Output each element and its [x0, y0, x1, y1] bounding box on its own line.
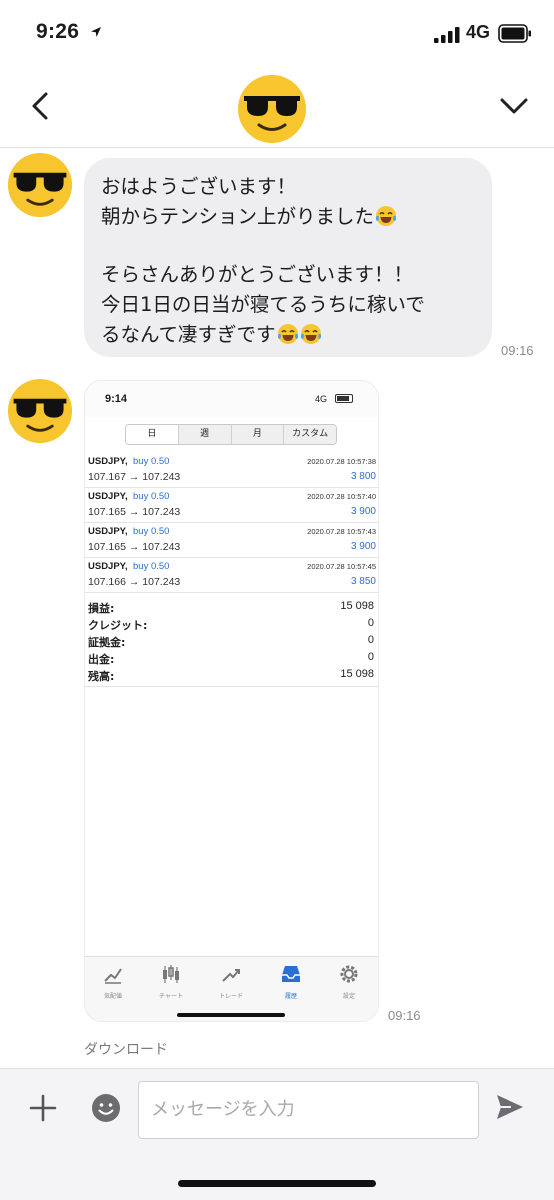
tears-of-joy-emoji-icon — [375, 206, 397, 226]
segment-custom: カスタム — [284, 425, 336, 444]
trade-datetime: 2020.07.28 10:57:38 — [307, 457, 376, 466]
trade-symbol: USDJPY, — [88, 491, 128, 502]
tears-of-joy-emoji-icon — [277, 324, 298, 344]
plus-icon[interactable] — [28, 1093, 58, 1123]
tab-label: トレード — [218, 994, 243, 1000]
home-indicator — [178, 1180, 376, 1187]
trade-prices: 107.165 → 107.243 — [88, 506, 181, 518]
period-segmented-control: 日 週 月 カスタム — [125, 424, 337, 445]
sender-avatar-sunglasses-icon[interactable] — [7, 378, 73, 444]
summary-value: 15 098 — [340, 668, 374, 680]
summary-row-profit: 損益: 15 098 — [85, 599, 378, 616]
message-bubble[interactable]: おはようございます！ 朝からテンション上がりました そらさんありがとうございます… — [84, 158, 492, 357]
send-icon[interactable] — [494, 1091, 526, 1123]
contact-avatar-sunglasses-icon[interactable] — [237, 74, 307, 144]
screenshot-network: 4G — [315, 394, 328, 404]
message-line: るなんて凄すぎです — [101, 320, 476, 350]
trade-datetime: 2020.07.28 10:57:40 — [307, 492, 376, 501]
trade-icon — [222, 969, 240, 982]
trade-side: buy 0.50 — [133, 561, 170, 572]
message-line: おはようございます！ — [101, 175, 297, 198]
segment-week: 週 — [178, 425, 232, 444]
tab-settings: 設定 — [329, 963, 369, 1003]
chevron-down-icon[interactable] — [498, 92, 530, 118]
trade-prices: 107.167 → 107.243 — [88, 471, 181, 483]
summary-row-balance: 残高: 15 098 — [85, 667, 378, 687]
message-line: 朝からテンション上がりました — [101, 202, 476, 232]
trade-symbol: USDJPY, — [88, 561, 128, 572]
network-type: 4G — [466, 22, 491, 42]
trade-row: USDJPY, buy 0.50 2020.07.28 10:57:45 107… — [85, 558, 378, 593]
trade-side: buy 0.50 — [133, 456, 170, 467]
screenshot-status-time: 9:14 — [105, 393, 128, 405]
tab-label: チャート — [159, 994, 183, 1000]
trade-side: buy 0.50 — [133, 491, 170, 502]
message-timestamp: 09:16 — [501, 343, 534, 358]
image-message-screenshot[interactable]: 9:14 4G 日 週 月 カスタム USDJPY, buy 0.50 2020… — [84, 380, 379, 1022]
summary-label: 証拠金: — [88, 636, 126, 649]
trade-profit: 3 900 — [350, 541, 376, 552]
message-timestamp: 09:16 — [388, 1008, 421, 1023]
segment-day: 日 — [126, 425, 179, 444]
summary-value: 0 — [367, 634, 374, 646]
tab-label: 設定 — [342, 994, 355, 1000]
trade-prices: 107.166 → 107.243 — [88, 576, 181, 588]
trade-side: buy 0.50 — [133, 526, 170, 537]
trade-row: USDJPY, buy 0.50 2020.07.28 10:57:40 107… — [85, 488, 378, 523]
tab-chart: チャート — [151, 963, 191, 1003]
screenshot-status-bar: 9:14 4G — [85, 381, 378, 417]
trade-datetime: 2020.07.28 10:57:45 — [307, 562, 376, 571]
tab-history: 履歴 — [271, 963, 311, 1003]
summary-value: 15 098 — [340, 600, 374, 612]
summary-value: 0 — [367, 617, 374, 629]
screenshot-battery-icon — [335, 394, 353, 403]
summary-label: 出金: — [88, 653, 115, 666]
trade-profit: 3 850 — [350, 576, 376, 587]
trade-datetime: 2020.07.28 10:57:43 — [307, 527, 376, 536]
trade-profit: 3 800 — [350, 471, 376, 482]
emoji-smiley-icon[interactable] — [91, 1093, 121, 1123]
trade-row: USDJPY, buy 0.50 2020.07.28 10:57:38 107… — [85, 453, 378, 488]
segment-month: 月 — [231, 425, 285, 444]
message-line: そらさんありがとうございます！！ — [101, 263, 414, 286]
screenshot-home-indicator — [177, 1013, 285, 1017]
summary-row-margin: 証拠金: 0 — [85, 633, 378, 650]
back-chevron-icon[interactable] — [26, 90, 54, 122]
trade-row: USDJPY, buy 0.50 2020.07.28 10:57:43 107… — [85, 523, 378, 558]
message-line: 今日1日の日当が寝てるうちに稼いで — [101, 293, 425, 316]
summary-label: 損益: — [88, 602, 115, 615]
battery-icon — [498, 24, 531, 43]
history-icon — [282, 966, 300, 982]
summary-label: 残高: — [88, 670, 115, 683]
summary-label: クレジット: — [88, 619, 148, 632]
summary-row-withdrawal: 出金: 0 — [85, 650, 378, 667]
quotes-icon — [104, 968, 122, 984]
tab-label: 気配値 — [103, 994, 122, 1000]
trade-prices: 107.165 → 107.243 — [88, 541, 181, 553]
sender-avatar-sunglasses-icon[interactable] — [7, 152, 73, 218]
trade-symbol: USDJPY, — [88, 526, 128, 537]
summary-row-credit: クレジット: 0 — [85, 616, 378, 633]
candles-icon — [163, 965, 179, 983]
status-time: 9:26 — [36, 20, 80, 43]
trade-symbol: USDJPY, — [88, 456, 128, 467]
trade-profit: 3 900 — [350, 506, 376, 517]
tab-trade: トレード — [211, 963, 251, 1003]
tab-quotes: 気配値 — [93, 963, 133, 1003]
settings-icon — [340, 965, 358, 983]
location-arrow-icon — [91, 27, 101, 37]
download-link[interactable]: ダウンロード — [84, 1039, 168, 1059]
status-bar: 9:26 4G — [0, 0, 554, 66]
signal-bars-icon — [434, 27, 460, 43]
tab-label: 履歴 — [284, 994, 297, 1000]
chat-header — [0, 66, 554, 148]
tears-of-joy-emoji-icon — [300, 324, 321, 344]
message-input[interactable]: メッセージを入力 — [138, 1081, 479, 1139]
summary-value: 0 — [367, 651, 374, 663]
